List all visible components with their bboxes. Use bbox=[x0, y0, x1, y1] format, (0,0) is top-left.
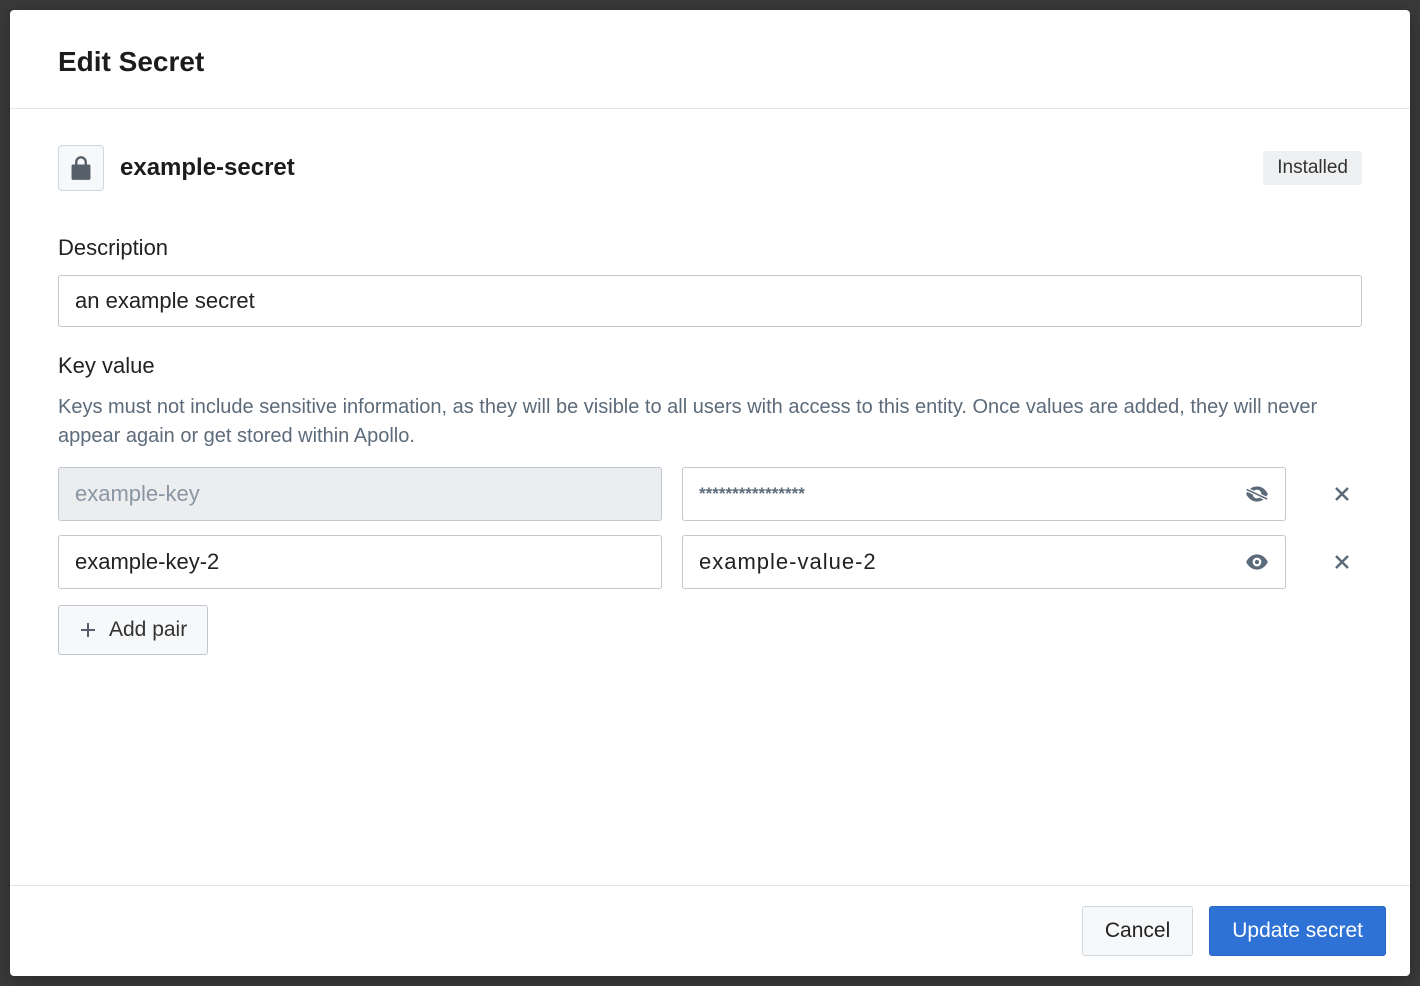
keyvalue-grid: example-key bbox=[58, 467, 1362, 589]
toggle-visibility-button[interactable] bbox=[1241, 546, 1273, 578]
value-input[interactable] bbox=[699, 549, 1231, 575]
eye-slash-icon bbox=[1244, 481, 1270, 507]
modal-body: example-secret Installed Description Key… bbox=[10, 109, 1410, 885]
remove-pair-button[interactable] bbox=[1322, 474, 1362, 514]
secret-name: example-secret bbox=[120, 154, 295, 182]
lock-icon-box bbox=[58, 145, 104, 191]
remove-pair-button[interactable] bbox=[1322, 542, 1362, 582]
key-cell-disabled: example-key bbox=[58, 467, 662, 521]
keyvalue-label: Key value bbox=[58, 353, 1362, 379]
add-pair-label: Add pair bbox=[109, 618, 187, 642]
description-label: Description bbox=[58, 235, 1362, 261]
close-icon bbox=[1332, 552, 1352, 572]
plus-icon bbox=[79, 621, 97, 639]
value-cell bbox=[682, 535, 1286, 589]
secret-name-row: example-secret Installed bbox=[58, 145, 1362, 191]
add-pair-button[interactable]: Add pair bbox=[58, 605, 208, 655]
key-cell bbox=[58, 535, 662, 589]
secret-name-left: example-secret bbox=[58, 145, 295, 191]
lock-icon bbox=[70, 155, 92, 181]
key-input[interactable] bbox=[75, 549, 645, 575]
close-icon bbox=[1332, 484, 1352, 504]
toggle-visibility-button[interactable] bbox=[1241, 478, 1273, 510]
modal-footer: Cancel Update secret bbox=[10, 885, 1410, 976]
eye-icon bbox=[1244, 549, 1270, 575]
keyvalue-row: example-key bbox=[58, 467, 1362, 521]
edit-secret-modal: Edit Secret example-secret Installed Des… bbox=[10, 10, 1410, 976]
description-section: Description bbox=[58, 235, 1362, 327]
key-text: example-key bbox=[75, 481, 200, 507]
keyvalue-help-text: Keys must not include sensitive informat… bbox=[58, 393, 1362, 451]
status-badge: Installed bbox=[1263, 151, 1362, 185]
modal-backdrop: Edit Secret example-secret Installed Des… bbox=[0, 0, 1420, 986]
keyvalue-section: Key value Keys must not include sensitiv… bbox=[58, 353, 1362, 655]
modal-header: Edit Secret bbox=[10, 10, 1410, 109]
cancel-button[interactable]: Cancel bbox=[1082, 906, 1193, 956]
value-input-masked[interactable] bbox=[699, 484, 1231, 504]
update-secret-button[interactable]: Update secret bbox=[1209, 906, 1386, 956]
description-input[interactable] bbox=[58, 275, 1362, 327]
value-cell bbox=[682, 467, 1286, 521]
modal-title: Edit Secret bbox=[58, 46, 1362, 78]
keyvalue-row bbox=[58, 535, 1362, 589]
